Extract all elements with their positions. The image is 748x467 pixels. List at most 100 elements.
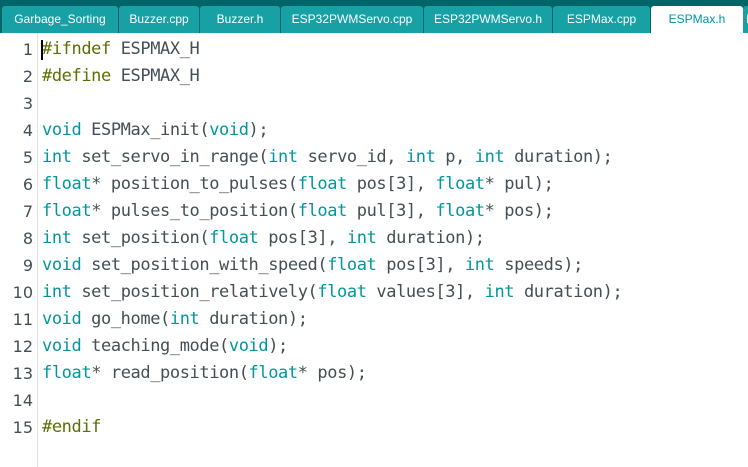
code-text[interactable]: float* position_to_pulses(float pos[3], …	[42, 171, 554, 198]
file-tab-bar: Garbage_Sorting Buzzer.cpp Buzzer.h ESP32PW…	[0, 0, 748, 33]
code-text[interactable]: float* read_position(float* pos);	[42, 360, 367, 387]
line-number: 7	[22, 202, 33, 221]
code-line: 4 void ESPMax_init(void);	[0, 117, 748, 144]
code-token: p,	[435, 147, 475, 167]
line-number: 9	[22, 256, 33, 275]
code-token: set_position_with_speed(	[81, 255, 328, 275]
code-token: );	[268, 336, 288, 356]
line-number: 6	[22, 175, 33, 194]
code-line: 13 float* read_position(float* pos);	[0, 360, 748, 387]
code-line: 14	[0, 387, 748, 414]
code-text[interactable]: #endif	[42, 414, 101, 441]
code-text[interactable]: #define ESPMAX_H	[42, 63, 200, 90]
keyword-token: float	[297, 201, 348, 221]
keyword-token: float	[317, 282, 367, 302]
code-token: pul[3],	[346, 201, 436, 221]
code-token: pos[3],	[346, 174, 436, 194]
line-number: 5	[22, 148, 33, 167]
file-tab[interactable]: Buzzer.h	[200, 6, 280, 33]
code-text[interactable]: int set_position_relatively(float values…	[42, 279, 623, 306]
directive-token: #endif	[42, 417, 102, 437]
code-line: 5 int set_servo_in_range(int servo_id, in…	[0, 144, 748, 171]
keyword-token: float	[209, 228, 259, 248]
line-number: 1	[22, 40, 33, 59]
file-tab[interactable]: ESP32PWMServo.h	[424, 6, 552, 33]
code-token: * position_to_pulses(	[91, 174, 298, 194]
code-token: ESPMAX_H	[110, 39, 200, 59]
keyword-token: float	[435, 201, 485, 221]
keyword-token: float	[435, 174, 485, 194]
keyword-token: float	[42, 174, 92, 194]
code-text[interactable]: int set_servo_in_range(int servo_id, int…	[42, 144, 613, 171]
tab-overflow[interactable]: L	[743, 6, 748, 33]
code-token: go_home(	[81, 309, 170, 329]
code-token: duration);	[376, 228, 485, 248]
code-line: 7 float* pulses_to_position(float pul[3],…	[0, 198, 748, 225]
code-text[interactable]: void teaching_mode(void);	[42, 333, 288, 360]
code-token: * pos);	[484, 201, 554, 221]
keyword-token: int	[346, 228, 377, 248]
code-token: ESPMAX_H	[110, 66, 200, 86]
code-line: 12 void teaching_mode(void);	[0, 333, 748, 360]
code-token: ESPMax_init(	[81, 120, 210, 140]
code-text[interactable]: void set_position_with_speed(float pos[3…	[42, 252, 583, 279]
code-token: set_servo_in_range(	[71, 147, 269, 167]
code-line: 15 #endif	[0, 414, 748, 441]
code-line: 9 void set_position_with_speed(float pos[…	[0, 252, 748, 279]
line-number: 11	[12, 310, 33, 329]
code-line: 11 void go_home(int duration);	[0, 306, 748, 333]
code-token: );	[248, 120, 269, 140]
keyword-token: void	[228, 336, 269, 356]
line-number: 8	[22, 229, 33, 248]
code-token: pos[3],	[258, 228, 347, 248]
keyword-token: float	[248, 363, 299, 383]
line-number: 13	[12, 364, 33, 383]
code-text[interactable]: int set_position(float pos[3], int durat…	[42, 225, 485, 252]
line-number: 10	[12, 283, 33, 302]
keyword-token: void	[209, 120, 249, 140]
code-editor[interactable]: 1 #ifndef ESPMAX_H 2 #define ESPMAX_H 3 4 void…	[0, 33, 748, 467]
line-number: 4	[22, 121, 33, 140]
directive-token: #define	[42, 66, 111, 86]
file-tab[interactable]: ESPMax.h	[651, 6, 743, 33]
code-token: duration);	[514, 282, 623, 302]
code-token: teaching_mode(	[81, 336, 229, 356]
code-line: 6 float* position_to_pulses(float pos[3],…	[0, 171, 748, 198]
line-number: 3	[22, 94, 33, 113]
code-text[interactable]: void go_home(int duration);	[42, 306, 308, 333]
file-tabs: Garbage_Sorting Buzzer.cpp Buzzer.h ESP32PW…	[2, 6, 744, 33]
code-line: 10 int set_position_relatively(float valu…	[0, 279, 748, 306]
line-number: 15	[12, 418, 33, 437]
keyword-token: int	[42, 147, 72, 167]
keyword-token: int	[42, 228, 72, 248]
code-token: duration);	[504, 147, 613, 167]
line-number: 2	[22, 67, 33, 86]
line-number: 14	[12, 391, 33, 410]
file-tab[interactable]: ESPMax.cpp	[553, 6, 650, 33]
code-line: 2 #define ESPMAX_H	[0, 63, 748, 90]
keyword-token: int	[42, 282, 72, 302]
code-text[interactable]: #ifndef ESPMAX_H	[42, 36, 200, 63]
code-token: * read_position(	[91, 363, 249, 383]
code-token: set_position(	[71, 228, 210, 248]
code-token: duration);	[199, 309, 308, 329]
keyword-token: int	[169, 309, 200, 329]
code-line: 1 #ifndef ESPMAX_H	[0, 36, 748, 63]
keyword-token: int	[464, 255, 495, 275]
keyword-token: void	[42, 336, 82, 356]
keyword-token: float	[297, 174, 348, 194]
code-text[interactable]: void ESPMax_init(void);	[42, 117, 269, 144]
code-token: values[3],	[366, 282, 485, 302]
keyword-token: int	[484, 282, 515, 302]
code-token: * pul);	[484, 174, 554, 194]
code-text[interactable]: float* pulses_to_position(float pul[3], …	[42, 198, 554, 225]
keyword-token: float	[42, 363, 92, 383]
file-tab[interactable]: Buzzer.cpp	[119, 6, 199, 33]
keyword-token: int	[474, 147, 505, 167]
keyword-token: int	[405, 147, 436, 167]
text-cursor	[41, 40, 43, 60]
keyword-token: float	[327, 255, 377, 275]
code-token: * pos);	[297, 363, 367, 383]
file-tab[interactable]: Garbage_Sorting	[2, 6, 118, 33]
file-tab[interactable]: ESP32PWMServo.cpp	[281, 6, 423, 33]
